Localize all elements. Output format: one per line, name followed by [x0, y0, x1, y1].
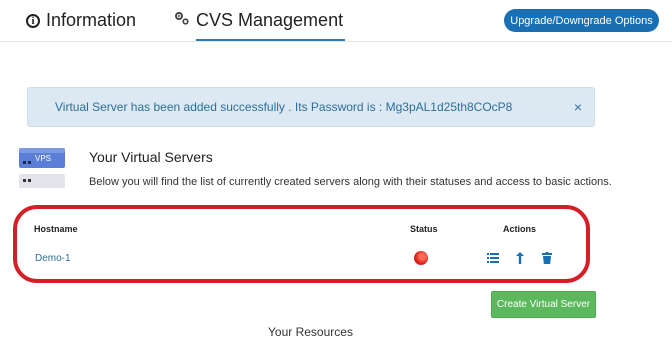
close-icon[interactable]: ×	[574, 99, 582, 115]
highlight-outline	[13, 205, 590, 283]
upgrade-downgrade-button[interactable]: Upgrade/Downgrade Options	[504, 9, 659, 32]
tab-cvs-management[interactable]: CVS Management	[174, 0, 346, 41]
tab-information-label: Information	[46, 10, 137, 30]
create-virtual-server-button[interactable]: Create Virtual Server	[491, 291, 596, 318]
section-description: Below you will find the list of currentl…	[89, 176, 612, 188]
list-icon[interactable]	[487, 252, 499, 264]
top-nav: i Information CVS Management Upgrade/Dow…	[0, 0, 672, 42]
hostname-link[interactable]: Demo-1	[35, 253, 71, 264]
trash-icon[interactable]	[541, 252, 553, 264]
gears-icon	[175, 11, 189, 25]
upload-arrow-icon[interactable]	[514, 252, 526, 264]
column-header-hostname: Hostname	[34, 224, 78, 234]
tab-cvs-management-label: CVS Management	[196, 10, 344, 30]
alert-message: Virtual Server has been added successful…	[55, 100, 513, 114]
section-title: Your Virtual Servers	[89, 149, 213, 165]
tab-information[interactable]: i Information	[26, 0, 136, 41]
resources-title: Your Resources	[268, 325, 353, 339]
vps-label: VPS	[35, 154, 51, 163]
vps-server-icon: VPS	[19, 148, 65, 188]
column-header-status: Status	[410, 224, 438, 234]
success-alert: Virtual Server has been added successful…	[27, 87, 595, 127]
status-indicator	[414, 251, 428, 265]
info-icon: i	[26, 13, 40, 28]
column-header-actions: Actions	[503, 224, 537, 234]
